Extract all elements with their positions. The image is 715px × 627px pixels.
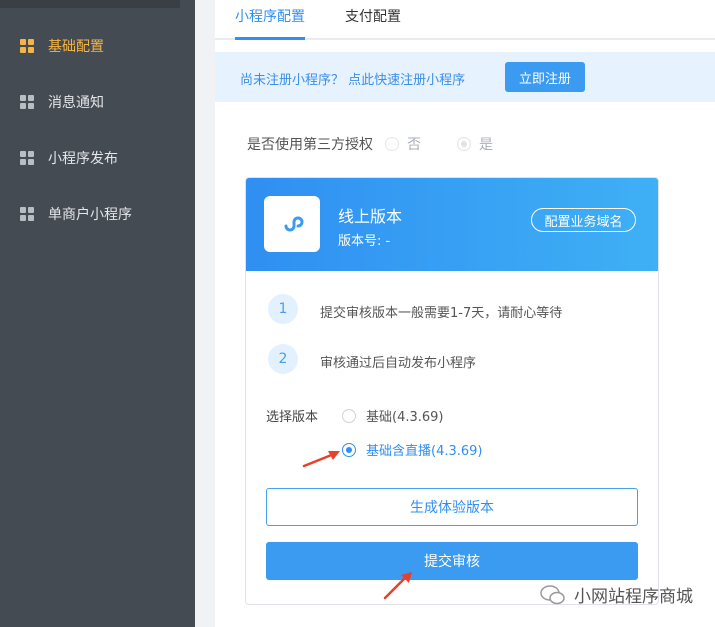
auth-option-yes[interactable]: 是	[457, 134, 493, 154]
radio-live[interactable]	[342, 442, 356, 457]
register-now-button[interactable]: 立即注册	[505, 62, 585, 92]
submit-review-button[interactable]: 提交审核	[266, 542, 638, 580]
tab-payment-config[interactable]: 支付配置	[345, 6, 401, 26]
tab-miniprogram-config[interactable]: 小程序配置	[235, 6, 305, 26]
sidebar-item-miniprogram-publish[interactable]: 小程序发布	[0, 138, 195, 178]
auth-option-no[interactable]: 否	[385, 134, 421, 154]
step-number: 2	[268, 344, 298, 374]
sidebar-item-single-merchant[interactable]: 单商户小程序	[0, 194, 195, 234]
red-arrow-icon	[302, 451, 340, 468]
grid-icon	[20, 95, 34, 109]
grid-icon	[20, 207, 34, 221]
card-header: 线上版本 版本号: - 配置业务域名	[246, 178, 658, 271]
wechat-icon	[540, 584, 565, 604]
sidebar-item-notifications[interactable]: 消息通知	[0, 82, 195, 122]
watermark-text: 小网站程序商城	[574, 587, 693, 607]
version-option-label: 基础含直播(4.3.69)	[366, 444, 483, 459]
generate-experience-button[interactable]: 生成体验版本	[266, 488, 638, 526]
third-party-auth-row: 是否使用第三方授权 否 是	[247, 134, 493, 154]
configure-domain-button[interactable]: 配置业务域名	[531, 208, 636, 232]
sidebar-item-label: 基础配置	[48, 39, 104, 55]
watermark: 小网站程序商城	[540, 582, 693, 607]
red-arrow-icon	[383, 572, 412, 600]
main-panel: 小程序配置 支付配置 尚未注册小程序？ 点此快速注册小程序 立即注册 是否使用第…	[215, 0, 715, 627]
grid-icon	[20, 151, 34, 165]
step-number: 1	[268, 294, 298, 324]
tab-bar: 小程序配置 支付配置	[215, 0, 715, 40]
radio-no-label: 否	[407, 137, 421, 153]
select-version-label: 选择版本	[266, 410, 319, 425]
sidebar-top-bar	[0, 0, 180, 8]
radio-yes-label: 是	[479, 137, 493, 153]
sidebar-item-label: 小程序发布	[48, 151, 118, 167]
active-tab-indicator	[235, 37, 305, 40]
radio-basic[interactable]	[342, 408, 356, 423]
version-number: 版本号: -	[338, 234, 391, 249]
release-card: 线上版本 版本号: - 配置业务域名 1 提交审核版本一般需要1-7天，请耐心等…	[245, 177, 659, 605]
version-option-basic[interactable]: 基础(4.3.69)	[342, 406, 444, 425]
step-text: 提交审核版本一般需要1-7天，请耐心等待	[320, 306, 563, 321]
version-option-live[interactable]: 基础含直播(4.3.69)	[342, 440, 483, 459]
sidebar: 基础配置 消息通知 小程序发布 单商户小程序	[0, 0, 195, 627]
version-option-label: 基础(4.3.69)	[366, 410, 444, 425]
radio-no[interactable]	[385, 137, 399, 151]
auth-label: 是否使用第三方授权	[247, 137, 373, 153]
sidebar-item-label: 单商户小程序	[48, 207, 132, 223]
step-text: 审核通过后自动发布小程序	[320, 356, 477, 371]
version-title: 线上版本	[338, 207, 403, 226]
radio-yes[interactable]	[457, 137, 471, 151]
sidebar-item-basic-config[interactable]: 基础配置	[0, 26, 195, 66]
grid-icon	[20, 39, 34, 53]
banner-text[interactable]: 尚未注册小程序？ 点此快速注册小程序	[240, 69, 465, 88]
sidebar-item-label: 消息通知	[48, 95, 104, 111]
register-banner: 尚未注册小程序？ 点此快速注册小程序 立即注册	[215, 52, 715, 102]
miniprogram-logo-icon	[264, 196, 320, 252]
